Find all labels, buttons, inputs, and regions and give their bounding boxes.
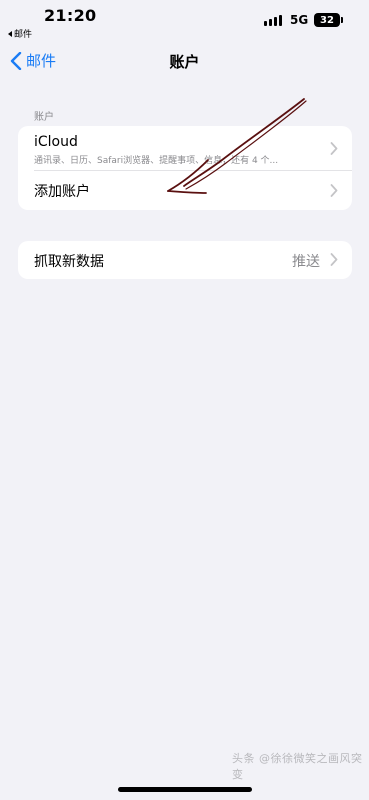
chevron-right-icon (330, 184, 338, 197)
fetch-new-data-label: 抓取新数据 (34, 254, 104, 270)
home-indicator (118, 787, 252, 792)
icloud-account-row[interactable]: iCloud 通讯录、日历、Safari浏览器、提醒事项、信息，还有 4 个..… (18, 126, 352, 170)
chevron-right-icon (330, 142, 338, 155)
watermark: 头条 @徐徐微笑之画风突变 (232, 752, 363, 781)
status-time: 21:20 (44, 6, 97, 25)
network-type: 5G (290, 13, 309, 27)
back-triangle-icon (8, 30, 12, 37)
page-title: 账户 (169, 53, 200, 71)
signal-icon (264, 15, 282, 26)
back-app-label: 邮件 (14, 30, 33, 40)
battery-tip (341, 17, 343, 23)
add-account-label: 添加账户 (34, 184, 90, 200)
icloud-title: iCloud (34, 134, 78, 150)
fetch-group: 抓取新数据 推送 (18, 241, 352, 279)
add-account-row[interactable]: 添加账户 (18, 170, 352, 210)
chevron-right-icon (330, 253, 338, 266)
accounts-group: iCloud 通讯录、日历、Safari浏览器、提醒事项、信息，还有 4 个..… (18, 126, 352, 210)
status-bar: 21:20 邮件 5G 32 (0, 0, 369, 40)
accounts-section-header: 账户 (34, 112, 54, 123)
fetch-new-data-row[interactable]: 抓取新数据 推送 (18, 241, 352, 279)
navigation-bar: 邮件 账户 (0, 44, 369, 76)
battery-icon: 32 (314, 13, 340, 27)
fetch-new-data-value: 推送 (292, 254, 320, 270)
back-to-app[interactable]: 邮件 (8, 27, 32, 40)
icloud-subtitle: 通讯录、日历、Safari浏览器、提醒事项、信息，还有 4 个... (34, 156, 279, 166)
